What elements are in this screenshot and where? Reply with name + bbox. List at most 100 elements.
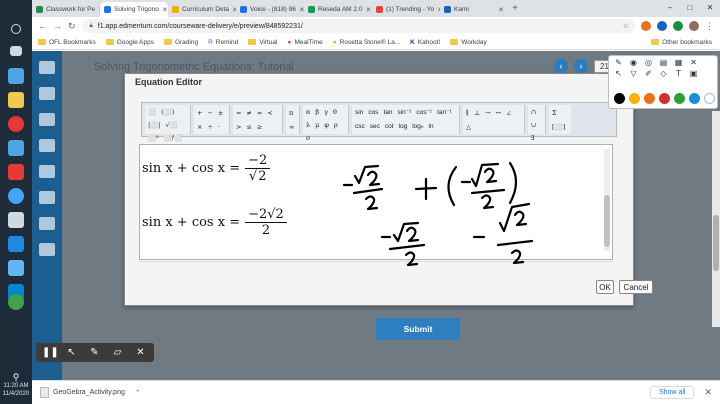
close-icon[interactable]: ✕ [134, 347, 147, 358]
color-swatch-yellow[interactable] [629, 93, 640, 104]
color-swatch-blue[interactable] [689, 93, 700, 104]
view-icon[interactable]: ◎ [643, 58, 654, 67]
tool-button[interactable]: ⬜² [148, 132, 159, 144]
back-icon[interactable]: ← [38, 21, 47, 31]
tool-button[interactable]: [⬜] [552, 121, 565, 133]
bookmark-remind[interactable]: R Remind [208, 39, 238, 46]
graph-icon[interactable] [39, 243, 55, 256]
tab-classwork[interactable]: Classwork for Pe✕ [32, 2, 100, 17]
chrome-profile-icon[interactable] [8, 294, 24, 310]
tool-button[interactable]: → [485, 107, 490, 119]
folder-icon[interactable] [39, 87, 55, 100]
tab-kami[interactable]: Kami ✕ [440, 2, 508, 17]
minimize-icon[interactable]: – [660, 0, 680, 17]
pause-icon[interactable]: ❚❚ [42, 347, 59, 358]
bookmark-ofl[interactable]: OFL Bookmarks [38, 39, 96, 46]
bookmark-mealtime[interactable]: ● MealTime [288, 39, 323, 46]
tab-youtube[interactable]: (1) Trending - Yo✕ [372, 2, 440, 17]
grid-icon[interactable]: ▦ [673, 58, 684, 67]
extension-icon[interactable] [641, 21, 651, 31]
highlighter-icon[interactable]: ▽ [628, 69, 639, 78]
tool-button[interactable]: Σ [552, 107, 557, 119]
tool-button[interactable]: ⊥ [474, 107, 480, 119]
page-scrollbar[interactable] [712, 111, 720, 327]
tool-button[interactable]: μ [315, 119, 319, 131]
tool-button[interactable]: cos [368, 107, 378, 119]
tool-button[interactable]: √⬜ [165, 119, 177, 131]
text-icon[interactable]: T [673, 69, 684, 78]
tool-button[interactable]: △ [466, 121, 471, 133]
new-tab-button[interactable]: + [508, 2, 522, 17]
bookmark-kahoot[interactable]: K Kahoot! [410, 39, 440, 46]
bookmark-grading[interactable]: Grading [163, 39, 198, 46]
brush-icon[interactable]: ✐ [643, 69, 654, 78]
bookmark-workday[interactable]: Workday [450, 39, 487, 46]
color-swatch-black[interactable] [614, 93, 625, 104]
color-swatch-white[interactable] [704, 93, 715, 104]
photos-icon[interactable] [8, 260, 24, 276]
trash-icon[interactable]: ▤ [658, 58, 669, 67]
tool-button[interactable]: csc [355, 121, 365, 133]
tool-button[interactable]: λ [306, 119, 310, 131]
menu-icon[interactable]: ⋮ [705, 21, 714, 32]
cancel-button[interactable]: Cancel [619, 280, 653, 294]
close-downloads-icon[interactable]: ✕ [704, 387, 712, 398]
system-clock[interactable]: 11:20 AM 11/4/2020 [0, 382, 32, 398]
tool-button[interactable]: ∪ [531, 119, 536, 131]
camera-icon[interactable] [8, 188, 24, 204]
tool-button[interactable]: sin⁻¹ [397, 107, 411, 119]
tool-button[interactable]: θ [333, 106, 337, 118]
bookmark-rosetta[interactable]: ● Rosetta Stone® La... [333, 39, 400, 46]
pen-icon[interactable]: ✎ [88, 347, 101, 358]
notes-icon[interactable] [39, 165, 55, 178]
tool-button[interactable]: cos⁻¹ [416, 107, 432, 119]
chrome-icon[interactable] [8, 116, 24, 132]
task-view-icon[interactable] [10, 46, 22, 56]
tool-button[interactable]: ≠ [246, 107, 251, 119]
tool-button[interactable]: ∞ [289, 121, 294, 133]
tool-button[interactable]: > [236, 121, 241, 133]
pen-icon[interactable]: ✎ [613, 58, 624, 67]
glossary-icon[interactable] [39, 191, 55, 204]
tool-button[interactable]: ∥ [466, 107, 469, 119]
extension-icon[interactable] [673, 21, 683, 31]
extension-icon[interactable] [657, 21, 667, 31]
tool-button[interactable]: cot [385, 121, 394, 133]
tool-button[interactable]: tan [383, 107, 392, 119]
color-swatch-green[interactable] [674, 93, 685, 104]
camera-icon[interactable]: ◉ [628, 58, 639, 67]
menu-icon[interactable] [39, 61, 55, 74]
windows-icon[interactable] [8, 68, 24, 84]
tool-button[interactable]: γ [324, 106, 328, 118]
tool-button[interactable]: ρ [334, 119, 338, 131]
close-tab-icon[interactable]: ✕ [365, 6, 371, 14]
close-icon[interactable]: ✕ [688, 58, 699, 67]
tab-reseda[interactable]: Reseda AM 2.0 ✕ [304, 2, 372, 17]
apps-icon[interactable] [8, 164, 24, 180]
tool-button[interactable]: ↔ [496, 107, 501, 119]
tool-button[interactable]: = [236, 107, 241, 119]
cursor-icon[interactable]: ↖ [65, 347, 78, 358]
tool-button[interactable]: − [207, 107, 212, 119]
tool-button[interactable]: ± [218, 107, 223, 119]
tool-button[interactable]: log [399, 121, 408, 133]
profile-avatar[interactable] [689, 21, 699, 31]
tab-solving-trig[interactable]: Solving Trigono ✕ [100, 2, 168, 17]
image-icon[interactable]: ▣ [688, 69, 699, 78]
scrollbar-thumb[interactable] [604, 195, 610, 247]
bookmark-other[interactable]: Other bookmarks [651, 39, 720, 46]
color-swatch-orange[interactable] [644, 93, 655, 104]
reload-icon[interactable]: ↻ [68, 21, 76, 32]
ok-button[interactable]: OK [596, 280, 614, 294]
tool-button[interactable]: ≈ [257, 107, 262, 119]
editor-horizontal-scrollbar[interactable] [139, 261, 613, 267]
tool-button[interactable]: α [306, 106, 310, 118]
search-icon[interactable] [11, 24, 21, 34]
close-window-icon[interactable]: ✕ [700, 0, 720, 17]
tool-button[interactable]: (⬜) [161, 106, 174, 118]
submit-button[interactable]: Submit [376, 318, 460, 340]
scrollbar-thumb[interactable] [713, 215, 719, 271]
bookmark-virtual[interactable]: Virtual [248, 39, 278, 46]
download-item[interactable]: GeoGebra_Activity.png ⌃ [40, 387, 141, 398]
tool-button[interactable]: |⬜| [148, 119, 160, 131]
